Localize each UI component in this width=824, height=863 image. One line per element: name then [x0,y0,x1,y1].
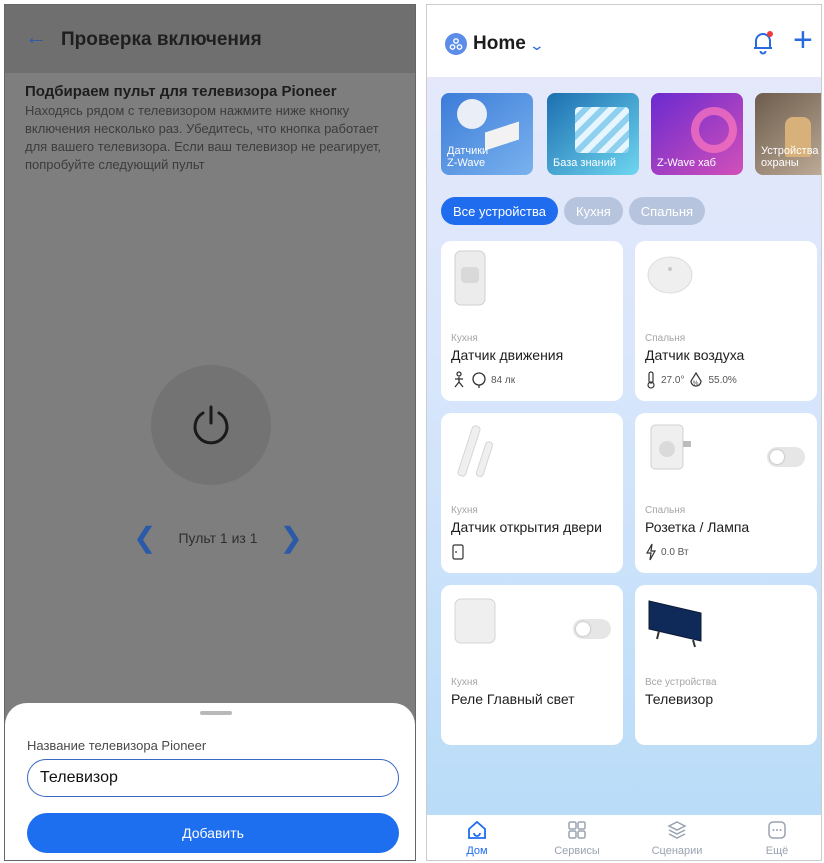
device-room: Кухня [451,505,478,516]
humidity-icon: % [690,371,703,387]
device-card[interactable]: Кухня Датчик открытия двери [441,413,623,573]
device-card[interactable]: Спальня Розетка / Лампа 0.0 Вт [635,413,817,573]
device-name: Датчик воздуха [645,347,745,363]
chip-bedroom[interactable]: Спальня [628,197,706,225]
knowledge-image [575,107,629,153]
chip-all-devices[interactable]: Все устройства [441,197,558,225]
add-device-icon[interactable]: + [793,23,813,57]
sensor-image [485,121,519,151]
power-button[interactable] [151,365,271,485]
home-icon [468,820,486,839]
plug-toggle[interactable] [767,447,805,467]
door-icon [452,544,464,560]
category-label: База знаний [553,157,617,169]
remote-pager: ❮ Пульт 1 из 1 ❯ [133,523,303,553]
home-header: Home ⌄ + [427,5,821,77]
person-motion-icon [454,371,464,388]
more-icon [768,821,786,839]
tv-name-input[interactable] [27,759,399,797]
tv-image [648,600,702,648]
category-label: Датчики Z-Wave [447,145,489,169]
category-zwave-hub[interactable]: Z-Wave хаб [651,93,743,175]
temperature-value: 27.0° [661,374,685,386]
tv-setup-screen: ← Проверка включения Подбираем пульт для… [4,4,416,861]
category-knowledge-base[interactable]: База знаний [547,93,639,175]
pager-text: Пульт 1 из 1 [178,530,258,546]
layers-icon [667,821,687,839]
device-card[interactable]: Кухня Реле Главный свет [441,585,623,745]
power-icon [193,405,229,445]
device-metrics: 27.0° % 55.0% [645,369,737,391]
grid-icon [568,821,586,839]
page-title: Проверка включения [61,29,262,50]
tab-more[interactable]: Ещё [737,819,817,857]
thermometer-icon [647,371,655,389]
tab-label: Дом [466,845,488,857]
home-screen: Home ⌄ + Датчики Z-Wave База знаний Z-Wa… [426,4,822,861]
device-metrics: 0.0 Вт [645,541,689,563]
tab-label: Ещё [765,845,789,857]
category-security-devices[interactable]: Устройства охраны [755,93,821,175]
device-name: Датчик открытия двери [451,519,602,535]
illuminance-value: 84 лк [491,374,516,386]
device-name: Реле Главный свет [451,691,575,707]
door-sensor-image [457,425,494,478]
prev-remote-icon[interactable]: ❮ [133,524,156,552]
tv-name-label: Название телевизора Pioneer [27,738,207,753]
device-room: Кухня [451,677,478,688]
relay-toggle[interactable] [573,619,611,639]
category-zwave-sensors[interactable]: Датчики Z-Wave [441,93,533,175]
bottom-sheet: Название телевизора Pioneer Добавить [5,703,415,860]
humidity-value: 55.0% [708,374,737,386]
chevron-down-icon[interactable]: ⌄ [529,37,545,54]
device-metrics [451,541,465,563]
device-room: Все устройства [645,677,717,688]
tab-services[interactable]: Сервисы [537,819,617,857]
device-metrics: 84 лк [451,369,515,391]
home-content: Датчики Z-Wave База знаний Z-Wave хаб Ус… [427,77,821,815]
device-room: Кухня [451,333,478,344]
air-sensor-image [647,256,693,294]
remote-heading: Подбираем пульт для телевизора Pioneer [25,83,337,100]
bell-icon[interactable] [751,29,775,55]
device-card[interactable]: Спальня Датчик воздуха 27.0° % 55.0% [635,241,817,401]
sensor-image [457,99,487,129]
back-arrow-icon[interactable]: ← [25,25,47,49]
device-name: Розетка / Лампа [645,519,750,535]
home-avatar-icon [445,33,467,55]
device-name: Датчик движения [451,347,564,363]
room-filter: Все устройства Кухня Спальня [441,197,706,225]
bottom-tab-bar: Дом Сервисы Сценарии Ещё [427,815,821,860]
power-lightning-icon [645,543,657,561]
category-label: Устройства охраны [761,145,819,169]
sheet-handle[interactable] [200,711,232,715]
tab-label: Сценарии [651,845,703,857]
home-selector[interactable]: Home [473,33,526,55]
smart-plug-image [650,424,691,470]
tab-scenarios[interactable]: Сценарии [637,819,717,857]
tab-label: Сервисы [554,845,600,857]
motion-sensor-image [454,250,486,306]
hub-image [691,107,737,153]
power-value: 0.0 Вт [661,546,689,558]
relay-image [454,598,496,644]
next-remote-icon[interactable]: ❯ [280,524,303,552]
remote-instructions: Находясь рядом с телевизором нажмите ниж… [25,103,382,172]
device-card[interactable]: Кухня Датчик движения 84 лк [441,241,623,401]
device-card[interactable]: Все устройства Телевизор [635,585,817,745]
device-name: Телевизор [645,691,714,707]
category-label: Z-Wave хаб [657,157,716,169]
category-carousel: Датчики Z-Wave База знаний Z-Wave хаб Ус… [441,93,821,175]
screens: ← Проверка включения Подбираем пульт для… [0,0,824,863]
chip-kitchen[interactable]: Кухня [564,197,623,225]
tab-home[interactable]: Дом [437,819,517,857]
device-room: Спальня [645,505,686,516]
illuminance-icon [472,372,486,388]
svg-text:%: % [693,381,699,387]
add-button[interactable]: Добавить [27,813,399,853]
device-room: Спальня [645,333,686,344]
